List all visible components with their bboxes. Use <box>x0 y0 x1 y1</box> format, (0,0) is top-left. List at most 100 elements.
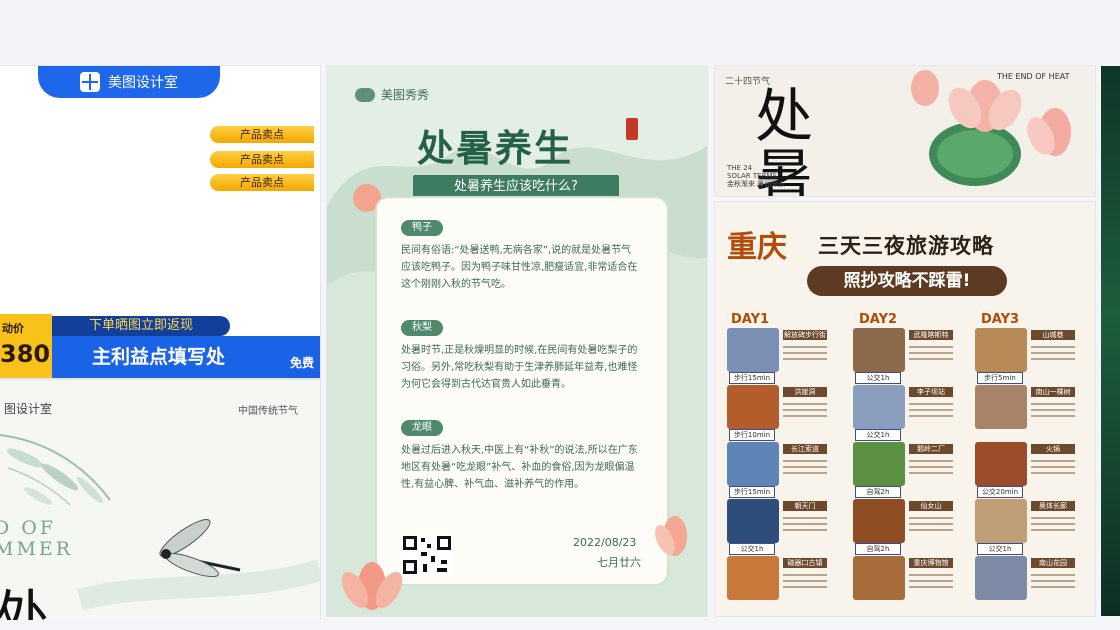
attraction-photo <box>727 556 779 600</box>
day-label: DAY2 <box>859 312 898 327</box>
attraction-description <box>1031 456 1075 478</box>
transport-tag: 自驾2h <box>855 486 901 498</box>
lotus-leaf-illustration <box>911 70 1071 186</box>
template-card-health-poster[interactable]: 美图秀秀 处暑养生 处暑养生应该吃什么? 鸭子 民间有俗语:“处暑送鸭,无病各家… <box>327 66 707 616</box>
brand-name: 美图设计室 <box>108 75 178 91</box>
attraction-description <box>909 570 953 592</box>
attraction-name-chip: 朝天门 <box>783 501 827 511</box>
attraction-description <box>783 342 827 364</box>
day-label: DAY1 <box>731 312 770 327</box>
section-text: 处暑过后进入秋天,中医上有“补秋”的说法,所以在广东地区有处暑“吃龙眼”补气、补… <box>401 445 638 490</box>
attraction-description <box>909 342 953 364</box>
attraction-description <box>909 399 953 421</box>
attraction-photo <box>975 385 1027 429</box>
template-card-partial[interactable] <box>1101 66 1120 616</box>
transport-tag: 公交1h <box>729 543 775 555</box>
template-card-product-poster[interactable]: 美图设计室 产品卖点 产品卖点 产品卖点 动价 380 下单晒图立即返现 主利益… <box>0 66 320 378</box>
day-label: DAY3 <box>981 312 1020 327</box>
section-label: 秋梨 <box>401 320 443 336</box>
attraction-photo <box>727 499 779 543</box>
bottom-strip <box>0 620 1120 630</box>
attraction-name-chip: 解放碑步行街 <box>783 330 827 340</box>
seal-stamp <box>626 118 638 140</box>
attraction-description <box>783 570 827 592</box>
attraction-description <box>1031 570 1075 592</box>
attraction-description <box>783 399 827 421</box>
end-text-line: D OF <box>0 517 57 539</box>
dragonfly-icon <box>159 519 241 578</box>
attraction-name-chip: 李子坝站 <box>909 387 953 397</box>
solar-terms-caption: THE 24 SOLAR TERMS 金秋渐来 暑润渐去 <box>727 164 786 188</box>
attraction-description <box>783 513 827 535</box>
cashback-banner: 下单晒图立即返现 <box>52 316 230 336</box>
selling-point-pill: 产品卖点 <box>210 126 314 143</box>
attraction-photo <box>853 499 905 543</box>
price-label: 动价 <box>2 322 24 335</box>
attraction-description <box>909 456 953 478</box>
selling-point-pill: 产品卖点 <box>210 151 314 168</box>
attraction-photo <box>975 442 1027 486</box>
lotus-bud-icon <box>655 516 687 556</box>
attraction-photo <box>727 442 779 486</box>
attraction-photo <box>975 328 1027 372</box>
lotus-flower-icon <box>341 562 403 610</box>
attraction-description <box>783 456 827 478</box>
attraction-name-chip: 鹅岭二厂 <box>909 444 953 454</box>
template-card-chongqing-guide[interactable]: 重庆 三天三夜旅游攻略 照抄攻略不踩雷! DAY1 DAY2 DAY3 解放碑步… <box>715 202 1095 616</box>
attraction-photo <box>853 385 905 429</box>
template-card-solar-term[interactable]: 图设计室 中国传统节气 D OF MMER 处 <box>0 380 320 630</box>
content-panel: 鸭子 民间有俗语:“处暑送鸭,无病各家”,说的就是处暑节气应该吃鸭子。因为鸭子味… <box>375 196 669 586</box>
attraction-photo <box>727 328 779 372</box>
transport-tag: 步行15min <box>729 486 775 498</box>
section-label: 龙眼 <box>401 420 443 436</box>
transport-tag: 步行5min <box>977 372 1023 384</box>
attraction-name-chip: 长江索道 <box>783 444 827 454</box>
brand-name: 图设计室 <box>4 402 53 416</box>
festival-tag: 中国传统节气 <box>238 406 298 417</box>
template-card-end-of-heat[interactable]: 二十四节气 THE END OF HEAT 处 暑 THE 24 SOLAR T… <box>715 66 1095 196</box>
attraction-photo <box>853 328 905 372</box>
section-text: 处暑时节,正是秋燥明显的时候,在民间有处暑吃梨子的习俗。另外,常吃秋梨有助于生津… <box>401 345 638 390</box>
price-value: 380 <box>0 340 51 368</box>
attraction-name-chip: 重庆博物馆 <box>909 558 953 568</box>
transport-tag: 公交20min <box>977 486 1023 498</box>
attraction-name-chip: 南山一棵树 <box>1031 387 1075 397</box>
section-label: 鸭子 <box>401 220 443 236</box>
main-benefit-band: 主利益点填写处 <box>52 336 320 378</box>
attraction-name-chip: 磁器口古镇 <box>783 558 827 568</box>
poster-lunar-date: 七月廿六 <box>597 556 641 569</box>
attraction-description <box>1031 342 1075 364</box>
guide-banner: 照抄攻略不踩雷! <box>807 266 1007 296</box>
attraction-description <box>1031 399 1075 421</box>
brand-logo-icon <box>80 72 100 92</box>
end-of-summer-text: D OF MMER <box>0 518 73 560</box>
city-title: 重庆 <box>727 230 787 265</box>
attraction-name-chip: 奥体长廊 <box>1031 501 1075 511</box>
attraction-photo <box>975 499 1027 543</box>
brand-name: 美图秀秀 <box>381 88 430 102</box>
brand-logo: 美图秀秀 <box>355 86 429 103</box>
end-text-line: MMER <box>0 538 74 560</box>
poster-title: 处暑养生 <box>417 126 573 170</box>
selling-point-pill: 产品卖点 <box>210 174 314 191</box>
attraction-name-chip: 山城巷 <box>1031 330 1075 340</box>
brand-tab: 美图设计室 <box>38 66 220 98</box>
transport-tag: 步行15min <box>729 372 775 384</box>
free-label: 免费 <box>289 356 314 370</box>
attraction-name-chip: 洪崖洞 <box>783 387 827 397</box>
attraction-name-chip: 南山花园 <box>1031 558 1075 568</box>
transport-tag: 公交1h <box>855 372 901 384</box>
transport-tag: 步行10min <box>729 429 775 441</box>
transport-tag: 公交1h <box>855 429 901 441</box>
attraction-photo <box>975 556 1027 600</box>
attraction-name-chip: 火锅 <box>1031 444 1075 454</box>
meitu-logo-icon <box>355 87 375 102</box>
section-text: 民间有俗语:“处暑送鸭,无病各家”,说的就是处暑节气应该吃鸭子。因为鸭子味甘性凉… <box>401 245 638 290</box>
transport-tag: 公交1h <box>977 543 1023 555</box>
attraction-description <box>1031 513 1075 535</box>
attraction-photo <box>727 385 779 429</box>
poster-date: 2022/08/23 <box>573 536 637 549</box>
transport-tag: 自驾2h <box>855 543 901 555</box>
attraction-name-chip: 武隆喀斯特 <box>909 330 953 340</box>
top-bar <box>0 0 1120 64</box>
